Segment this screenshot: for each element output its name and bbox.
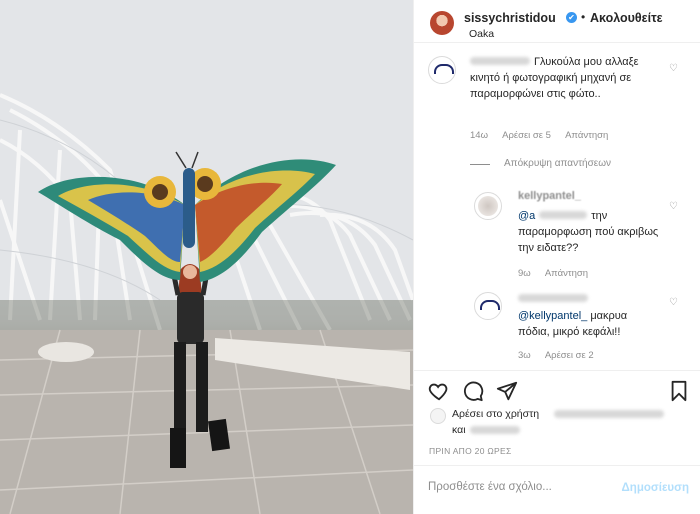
comment-like-heart-icon[interactable]: ♡	[669, 64, 679, 74]
bookmark-icon[interactable]	[668, 380, 690, 402]
heart-icon[interactable]	[428, 380, 450, 402]
comment-meta: 14ω Αρέσει σε 5 Απάντηση	[470, 130, 620, 141]
author-avatar[interactable]	[430, 11, 454, 35]
reply-time: 9ω	[518, 268, 531, 279]
commenter-avatar[interactable]	[428, 56, 456, 84]
reply-like-heart-icon[interactable]: ♡	[669, 298, 679, 308]
redacted-likers	[470, 426, 520, 434]
author-username[interactable]: sissychristidou	[464, 11, 556, 25]
redacted-liker	[554, 410, 664, 418]
comment-text: Γλυκούλα μου αλλαξε κινητό ή φωτογραφική…	[470, 56, 639, 100]
reply-text-block: @a την παραμορφωση πού ακριβως την ειδατε…	[518, 208, 663, 256]
following-button[interactable]: Ακολουθείτε	[590, 11, 663, 25]
comment-time: 14ω	[470, 130, 488, 141]
reply-meta: 9ω Απάντηση	[518, 268, 600, 279]
redacted-username	[518, 294, 588, 302]
post-comment-button[interactable]: Δημοσίευση	[622, 482, 689, 494]
reply-mention[interactable]: @kellypantel_	[518, 310, 587, 322]
verified-badge-icon: ✔	[566, 12, 577, 23]
reply-likes[interactable]: Αρέσει σε 2	[545, 350, 594, 361]
share-icon[interactable]	[496, 380, 518, 402]
reply-avatar[interactable]	[474, 192, 502, 220]
likes-summary: Αρέσει στο χρήστη και	[430, 408, 690, 438]
hide-replies-button[interactable]: Απόκρυψη απαντήσεων	[504, 158, 611, 169]
post-location[interactable]: Oaka	[469, 28, 494, 40]
add-comment-input[interactable]	[428, 481, 618, 493]
reply-reply-button[interactable]: Απάντηση	[545, 268, 588, 279]
reply-text-block: @kellypantel_ μακρυα πόδια, μικρό κεφάλι…	[518, 308, 658, 340]
reply-mention[interactable]: @a	[518, 210, 535, 222]
comment-icon[interactable]	[462, 380, 484, 402]
likes-text-and: και	[452, 424, 466, 436]
reply-meta: 3ω Αρέσει σε 2	[518, 350, 606, 361]
hide-replies-line	[470, 164, 490, 165]
likes-text: Αρέσει στο χρήστη	[452, 408, 540, 420]
post-sidebar: sissychristidou ✔ • Ακολουθείτε Oaka Γλυ…	[413, 0, 700, 514]
instagram-post: sissychristidou ✔ • Ακολουθείτε Oaka Γλυ…	[0, 0, 700, 514]
post-header: sissychristidou ✔ • Ακολουθείτε Oaka	[414, 0, 700, 43]
post-timestamp[interactable]: ΠΡΙΝ ΑΠΟ 20 ΩΡΕΣ	[429, 446, 512, 456]
reply-avatar[interactable]	[474, 292, 502, 320]
comments-list[interactable]: Γλυκούλα μου αλλαξε κινητό ή φωτογραφική…	[414, 44, 700, 370]
header-separator: •	[581, 10, 586, 24]
post-photo-illustration	[0, 0, 413, 514]
post-photo[interactable]	[0, 0, 413, 514]
reply-time: 3ω	[518, 350, 531, 361]
reply-like-heart-icon[interactable]: ♡	[669, 202, 679, 212]
comment-reply-button[interactable]: Απάντηση	[565, 130, 608, 141]
comment-likes[interactable]: Αρέσει σε 5	[502, 130, 551, 141]
liker-avatar[interactable]	[430, 408, 446, 424]
reply-username[interactable]: kellypantel_	[518, 188, 581, 204]
add-comment-bar: Δημοσίευση	[414, 465, 700, 514]
action-bar	[414, 370, 700, 404]
